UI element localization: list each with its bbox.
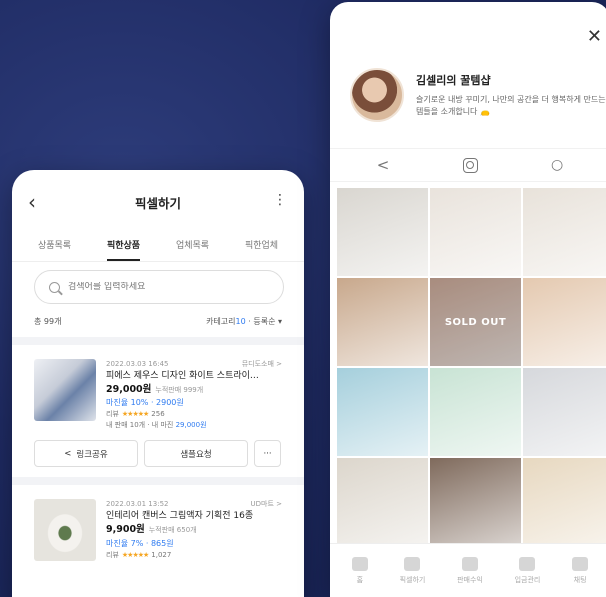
photo-tile[interactable] [523,368,606,456]
chevron-left-icon[interactable]: ‹ [28,190,36,214]
share-icon[interactable]: < [377,156,390,174]
search-input[interactable] [68,282,248,292]
nav-label: 입금관리 [514,575,541,584]
share-link-label: 링크공유 [76,449,108,460]
nav-item-deposit[interactable]: 입금관리 [514,556,541,585]
more-options-button[interactable]: ··· [254,440,281,468]
margin-rate: 마진율 7% · 865원 [106,538,174,548]
tab-product-list[interactable]: 상품목록 [38,234,71,261]
photo-tile[interactable] [523,278,606,366]
photo-tile[interactable] [430,188,521,276]
product-price: 9,900원 [106,524,145,536]
margin-rate: 마진율 10% · 2900원 [106,398,184,408]
star-rating: ★★★★★ [121,550,149,559]
photo-tile[interactable] [337,368,428,456]
product-name[interactable]: 인테리어 캔버스 그림액자 기획전 16종 [106,510,276,524]
nav-label: 채팅 [573,575,587,584]
photo-tile[interactable] [523,188,606,276]
sort-dropdown[interactable]: 카테고리10 · 등록순 ▾ [206,316,282,327]
tab-picked-products[interactable]: 픽한상품 [106,234,141,261]
right-phone-screen: ✕ 김셀리의 꿀템샵 슬기로운 내방 꾸미기, 나만의 공간을 더 행복하게 만… [330,2,606,597]
shop-profile: 김셀리의 꿀템샵 슬기로운 내방 꾸미기, 나만의 공간을 더 행복하게 만드는… [330,2,606,122]
page-title: 픽셀하기 [134,195,181,211]
category-label: 카테고리 [206,317,236,326]
photo-grid: SOLD OUT [337,188,606,546]
photo-tile[interactable] [523,458,606,546]
nav-label: 판매수익 [457,575,483,584]
product-price: 29,000원 [106,384,152,395]
shop-name: 김셀리의 꿀템샵 [416,74,491,87]
product-date: 2022.03.01 13:52 [106,500,169,509]
sort-order-label: · 등록순 [245,317,276,326]
chart-icon [461,556,478,571]
product-name[interactable]: 피에스 제우스 디자인 화이트 스트라이… [106,370,276,384]
filter-row: 총 99개 카테고리10 · 등록순 ▾ [12,304,304,337]
nav-item-home[interactable]: 홈 [351,556,368,585]
product-card[interactable]: 2022.03.01 13:52 UD마트 > 인테리어 캔버스 그림액자 기획전… [12,485,304,571]
review-count: 256 [151,410,165,419]
cumulative-sales: 누적판매 999개 [155,386,204,394]
photo-tile[interactable] [337,188,428,276]
review-count: 1,027 [151,550,172,559]
instagram-icon[interactable] [462,157,478,173]
nav-item-chat[interactable]: 채팅 [572,556,589,585]
wallet-icon [519,556,536,571]
search-icon[interactable]: ○ [551,157,563,173]
nav-item-pixel[interactable]: 픽셀하기 [399,556,426,585]
tab-picked-vendors[interactable]: 픽한업체 [245,234,278,261]
left-phone-screen: ‹ 픽셀하기 ⋮ 상품목록 픽한상품 업체목록 픽한업체 총 99개 카테고리1… [12,170,304,597]
photo-tile[interactable] [430,458,521,546]
section-divider [12,477,304,486]
share-icon: < [64,448,72,459]
home-icon [351,556,368,571]
product-date: 2022.03.03 16:45 [106,360,169,368]
search-bar[interactable] [34,270,284,304]
social-bar: < ○ [330,148,606,182]
section-divider [12,337,304,345]
photo-tile[interactable] [337,458,428,546]
nav-label: 홈 [356,575,364,584]
more-vertical-icon[interactable]: ⋮ [273,192,287,208]
share-link-button[interactable]: < 링크공유 [34,440,138,468]
my-sales: 내 판매 10개 · 내 마진 [106,420,176,429]
sample-request-button[interactable]: 샘플요청 [144,440,248,468]
my-margin: 29,000원 [175,420,207,429]
product-thumbnail[interactable] [34,499,96,562]
nav-label: 픽셀하기 [399,575,426,584]
photo-tile[interactable]: SOLD OUT [430,278,521,366]
bottom-nav: 홈 픽셀하기 판매수익 입금관리 채팅 [330,543,606,597]
tab-vendor-list[interactable]: 업체목록 [176,234,209,261]
search-icon [49,281,60,293]
chat-icon [572,556,589,571]
cumulative-sales: 누적판매 650개 [148,526,197,535]
review-label: 리뷰 [106,410,119,419]
star-rating: ★★★★★ [121,410,149,419]
avatar [350,68,404,122]
seller-link[interactable]: 뮤디도소매 > [242,359,282,370]
seller-link[interactable]: UD마트 > [251,499,282,510]
close-icon[interactable]: ✕ [587,26,602,47]
sold-out-label: SOLD OUT [430,278,521,366]
product-thumbnail[interactable] [34,359,96,421]
product-card[interactable]: 2022.03.03 16:45 뮤디도소매 > 피에스 제우스 디자인 화이트 … [12,345,304,477]
nav-item-revenue[interactable]: 판매수익 [457,556,483,585]
result-count: 총 99개 [34,317,62,326]
category-count: 10 [235,317,246,326]
photo-tile[interactable] [430,368,521,456]
photo-tile[interactable] [337,278,428,366]
shop-description: 슬기로운 내방 꾸미기, 나만의 공간을 더 행복하게 만드는 꿀템들을 소개합… [416,95,606,117]
review-label: 리뷰 [106,550,119,559]
pixel-icon [404,556,421,571]
chevron-down-icon: ▾ [277,317,282,326]
app-header: ‹ 픽셀하기 ⋮ [12,170,304,234]
tab-bar: 상품목록 픽한상품 업체목록 픽한업체 [12,234,304,262]
